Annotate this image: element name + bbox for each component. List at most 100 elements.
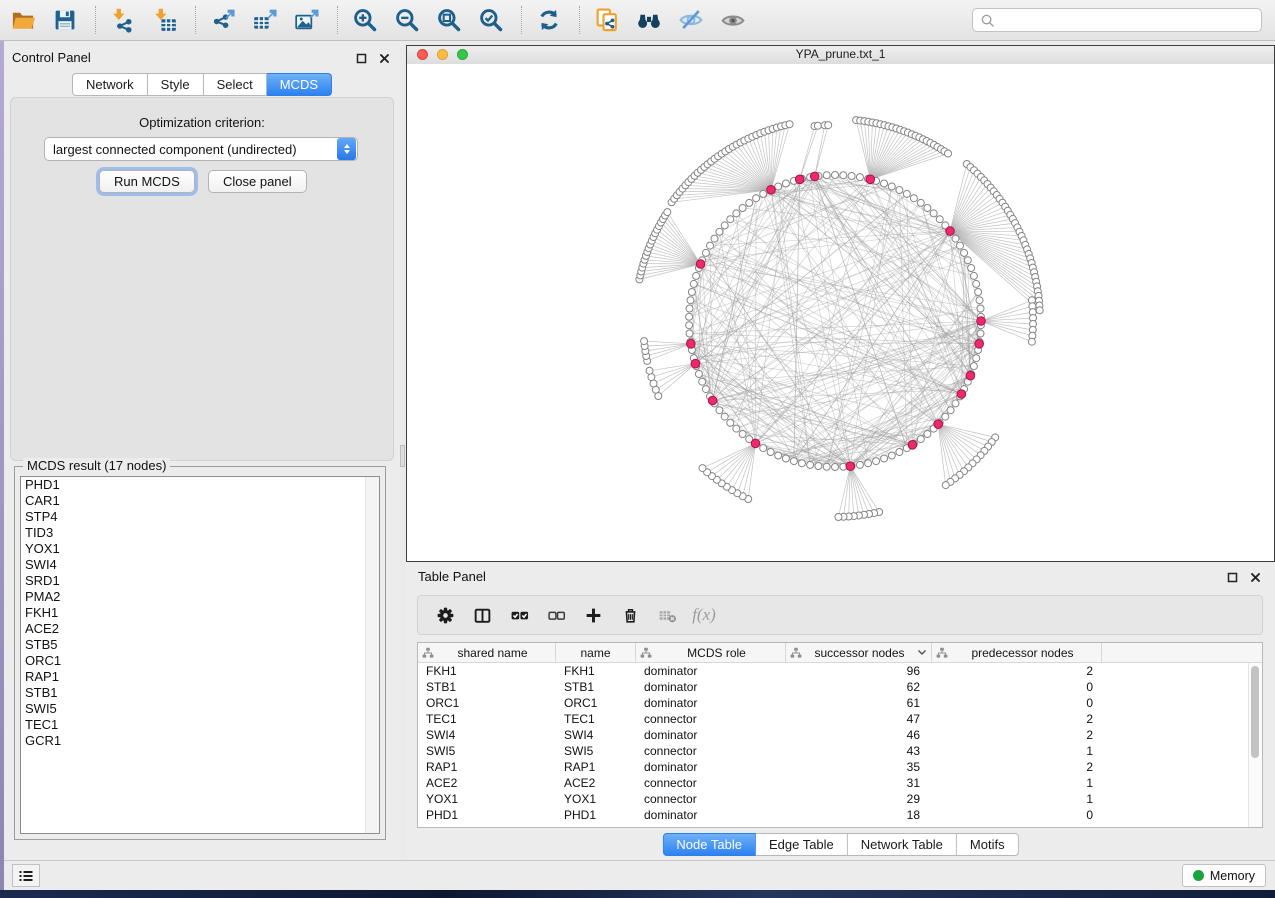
network-graph[interactable]: [407, 64, 1274, 561]
table-cell: 2: [932, 759, 1102, 775]
mcds-result-item[interactable]: SWI5: [21, 701, 379, 717]
result-list-scrollbar[interactable]: [365, 477, 379, 833]
table-row[interactable]: TEC1TEC1connector472: [418, 711, 1262, 727]
show-all-button[interactable]: [718, 5, 748, 35]
split-panel-button[interactable]: [468, 601, 496, 629]
export-network-button[interactable]: [208, 5, 238, 35]
column-header-predecessor-nodes[interactable]: predecessor nodes: [932, 643, 1102, 662]
mcds-result-item[interactable]: FKH1: [21, 605, 379, 621]
mcds-result-item[interactable]: STB5: [21, 637, 379, 653]
add-column-button[interactable]: [579, 601, 607, 629]
application-workspace: Control Panel NetworkStyleSelectMCDS Opt…: [4, 41, 1275, 890]
memory-label: Memory: [1210, 869, 1255, 883]
float-table-panel-button[interactable]: [1226, 571, 1238, 583]
mcds-result-item[interactable]: YOX1: [21, 541, 379, 557]
tab-network-table[interactable]: Network Table: [848, 833, 957, 856]
tab-network[interactable]: Network: [72, 73, 148, 96]
column-header-successor-nodes[interactable]: successor nodes: [786, 643, 932, 662]
table-cell: 1: [932, 775, 1102, 791]
first-neighbors-button[interactable]: [634, 5, 664, 35]
table-row[interactable]: SWI5SWI5connector431: [418, 743, 1262, 759]
refresh-view-button[interactable]: [534, 5, 564, 35]
show-panels-button[interactable]: [12, 864, 40, 887]
network-canvas[interactable]: [407, 64, 1274, 561]
column-settings-icon: [436, 606, 455, 625]
select-all-rows-button[interactable]: [505, 601, 533, 629]
table-row[interactable]: PHD1PHD1dominator180: [418, 807, 1262, 823]
table-row[interactable]: ORC1ORC1dominator610: [418, 695, 1262, 711]
mcds-result-item[interactable]: CAR1: [21, 493, 379, 509]
table-scrollbar[interactable]: [1248, 663, 1262, 827]
add-column-icon: [584, 606, 603, 625]
column-header-MCDS-role[interactable]: MCDS role: [636, 643, 786, 662]
network-window-titlebar[interactable]: YPA_prune.txt_1: [407, 46, 1274, 65]
tab-style[interactable]: Style: [148, 73, 204, 96]
maximize-window-icon[interactable]: [457, 49, 468, 60]
save-session-button[interactable]: [50, 5, 80, 35]
mcds-result-item[interactable]: PMA2: [21, 589, 379, 605]
mcds-result-item[interactable]: ORC1: [21, 653, 379, 669]
table-row[interactable]: FKH1FKH1dominator962: [418, 663, 1262, 679]
search-box[interactable]: [972, 8, 1262, 32]
zoom-fit-button[interactable]: [434, 5, 464, 35]
tab-select[interactable]: Select: [204, 73, 267, 96]
mcds-result-item[interactable]: RAP1: [21, 669, 379, 685]
tab-mcds[interactable]: MCDS: [267, 73, 332, 96]
mcds-result-list[interactable]: PHD1CAR1STP4TID3YOX1SWI4SRD1PMA2FKH1ACE2…: [20, 476, 380, 834]
delete-columns-button[interactable]: [616, 601, 644, 629]
import-network-button[interactable]: [108, 5, 138, 35]
table-cell: 1: [932, 791, 1102, 807]
run-mcds-button[interactable]: Run MCDS: [99, 170, 195, 193]
mcds-result-item[interactable]: TEC1: [21, 717, 379, 733]
table-scrollbar-thumb[interactable]: [1251, 666, 1259, 758]
tab-edge-table[interactable]: Edge Table: [756, 833, 848, 856]
zoom-in-button[interactable]: [350, 5, 380, 35]
splitter-handle-icon[interactable]: [400, 445, 405, 467]
minimize-window-icon[interactable]: [437, 49, 448, 60]
criterion-select[interactable]: largest connected component (undirected): [44, 137, 358, 161]
import-table-button[interactable]: [150, 5, 180, 35]
tab-motifs[interactable]: Motifs: [957, 833, 1019, 856]
mcds-result-item[interactable]: ACE2: [21, 621, 379, 637]
close-table-panel-button[interactable]: [1249, 571, 1261, 583]
mcds-result-item[interactable]: GCR1: [21, 733, 379, 749]
hide-selected-button[interactable]: [676, 5, 706, 35]
close-panel-button[interactable]: [378, 52, 390, 64]
mcds-result-groupbox: MCDS result (17 nodes) PHD1CAR1STP4TID3Y…: [14, 466, 386, 840]
open-file-button[interactable]: [8, 5, 38, 35]
column-header-name[interactable]: name: [556, 643, 636, 662]
table-cell: 2: [932, 663, 1102, 679]
function-builder-icon: f(x): [692, 605, 716, 625]
zoom-selected-button[interactable]: [476, 5, 506, 35]
export-image-button[interactable]: [292, 5, 322, 35]
search-input[interactable]: [1000, 12, 1254, 29]
zoom-selected-icon: [478, 7, 504, 33]
table-row[interactable]: STB1STB1dominator620: [418, 679, 1262, 695]
float-panel-button[interactable]: [355, 52, 367, 64]
tab-node-table[interactable]: Node Table: [662, 833, 756, 856]
table-row[interactable]: ACE2ACE2connector311: [418, 775, 1262, 791]
export-table-button[interactable]: [250, 5, 280, 35]
mcds-result-item[interactable]: STP4: [21, 509, 379, 525]
column-type-icon: [422, 647, 434, 659]
delete-table-button[interactable]: [653, 601, 681, 629]
function-builder-button[interactable]: f(x): [690, 601, 718, 629]
mcds-result-item[interactable]: STB1: [21, 685, 379, 701]
close-panel-action-button[interactable]: Close panel: [208, 170, 307, 193]
clone-network-button[interactable]: [592, 5, 622, 35]
close-window-icon[interactable]: [417, 49, 428, 60]
table-row[interactable]: SWI4SWI4dominator462: [418, 727, 1262, 743]
zoom-out-button[interactable]: [392, 5, 422, 35]
mcds-result-item[interactable]: SWI4: [21, 557, 379, 573]
table-cell: RAP1: [418, 759, 556, 775]
mcds-result-item[interactable]: SRD1: [21, 573, 379, 589]
table-row[interactable]: RAP1RAP1dominator352: [418, 759, 1262, 775]
unselect-all-rows-button[interactable]: [542, 601, 570, 629]
memory-button[interactable]: Memory: [1182, 864, 1266, 887]
select-all-rows-icon: [510, 606, 529, 625]
column-header-shared-name[interactable]: shared name: [418, 643, 556, 662]
mcds-result-item[interactable]: TID3: [21, 525, 379, 541]
table-row[interactable]: YOX1YOX1connector291: [418, 791, 1262, 807]
column-settings-button[interactable]: [431, 601, 459, 629]
mcds-result-item[interactable]: PHD1: [21, 477, 379, 493]
